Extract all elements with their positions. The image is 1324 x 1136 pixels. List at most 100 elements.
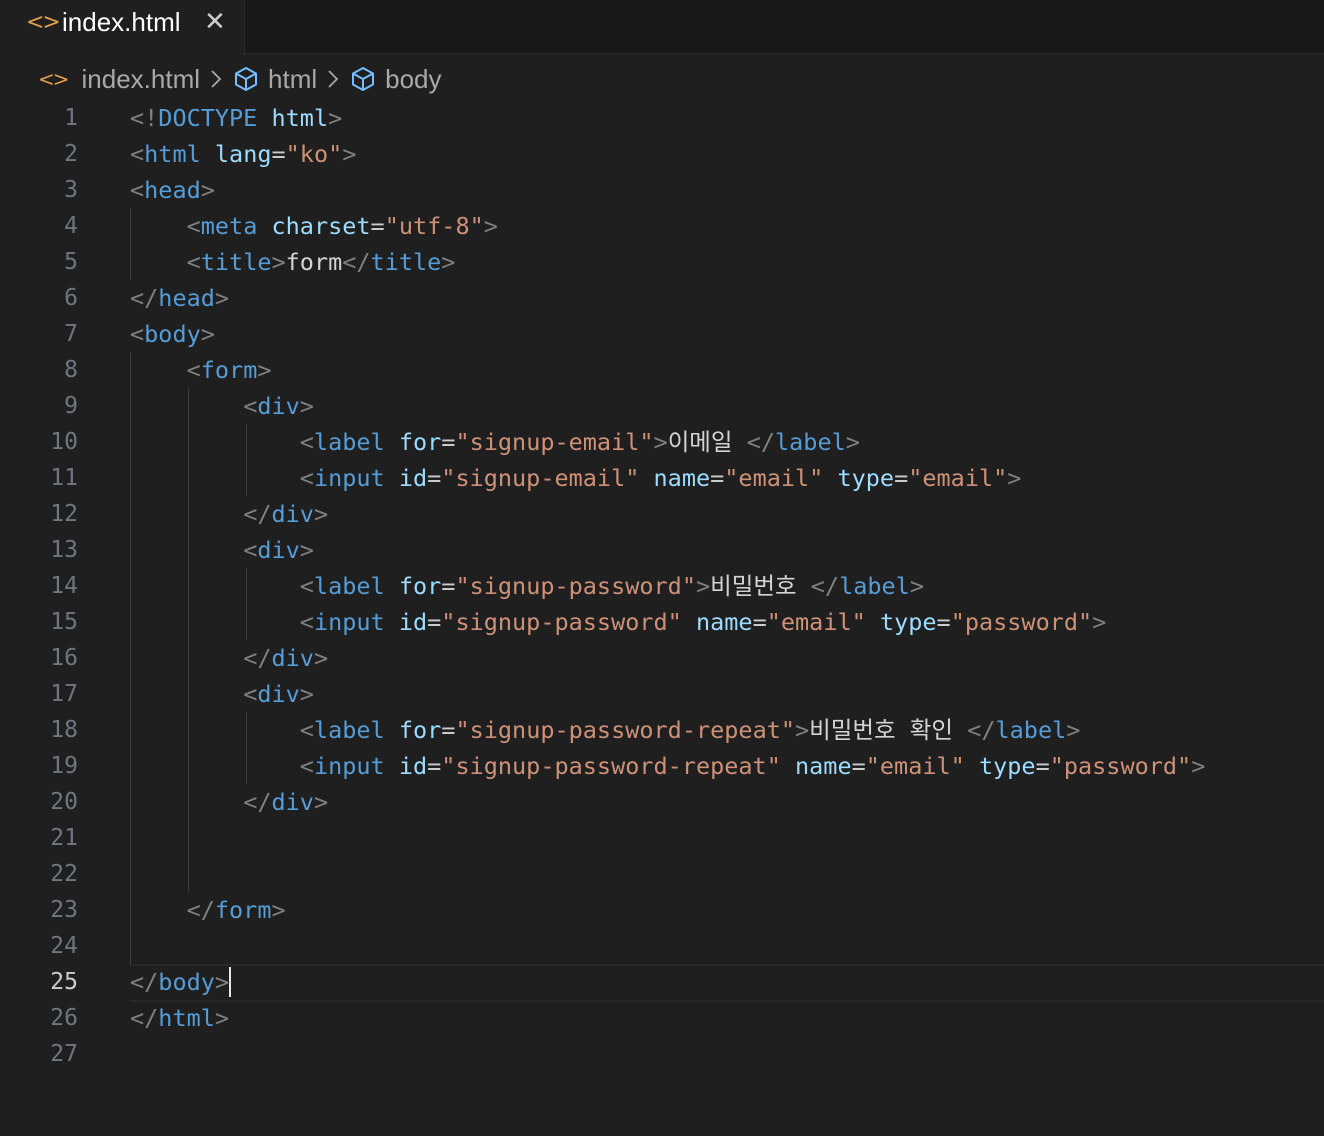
- code-line[interactable]: 5 <title>form</title>: [0, 244, 1324, 280]
- code-text[interactable]: </div>: [130, 784, 328, 820]
- code-line[interactable]: 11 <input id="signup-email" name="email"…: [0, 460, 1324, 496]
- code-line[interactable]: 10 <label for="signup-email">이메일 </label…: [0, 424, 1324, 460]
- code-text[interactable]: <meta charset="utf-8">: [130, 208, 498, 244]
- tag-name: label: [995, 716, 1067, 744]
- line-number: 16: [50, 645, 78, 671]
- code-line[interactable]: 12 </div>: [0, 496, 1324, 532]
- tag-name: title: [200, 248, 272, 276]
- code-text[interactable]: </div>: [130, 496, 328, 532]
- code-text[interactable]: </div>: [130, 640, 328, 676]
- line-number: 1: [64, 105, 78, 131]
- code-line[interactable]: 22: [0, 856, 1324, 892]
- line-number: 24: [50, 933, 78, 959]
- punctuation: </: [186, 896, 215, 924]
- line-number: 18: [50, 717, 78, 743]
- line-number: 3: [64, 177, 78, 203]
- string-value: "email": [724, 464, 824, 492]
- punctuation: <: [299, 752, 314, 780]
- code-line[interactable]: 23 </form>: [0, 892, 1324, 928]
- code-line[interactable]: 24: [0, 928, 1324, 964]
- equals-sign: =: [936, 608, 951, 636]
- line-number: 19: [50, 753, 78, 779]
- code-text[interactable]: </html>: [130, 1000, 229, 1036]
- line-number: 5: [64, 249, 78, 275]
- code-line[interactable]: 7 <body>: [0, 316, 1324, 352]
- line-number: 8: [64, 357, 78, 383]
- line-number: 26: [50, 1005, 78, 1031]
- code-text[interactable]: <div>: [130, 532, 314, 568]
- code-text[interactable]: <label for="signup-email">이메일 </label>: [130, 424, 860, 460]
- code-line[interactable]: 19 <input id="signup-password-repeat" na…: [0, 748, 1324, 784]
- code-text[interactable]: </form>: [130, 892, 286, 928]
- line-number: 6: [64, 285, 78, 311]
- equals-sign: =: [427, 608, 442, 636]
- string-value: "utf-8": [384, 212, 484, 240]
- code-line[interactable]: 8 <form>: [0, 352, 1324, 388]
- code-line[interactable]: 21: [0, 820, 1324, 856]
- code-text[interactable]: <input id="signup-password-repeat" name=…: [130, 748, 1206, 784]
- code-text[interactable]: <html lang="ko">: [130, 136, 356, 172]
- punctuation: >: [1007, 464, 1022, 492]
- code-line[interactable]: 6 </head>: [0, 280, 1324, 316]
- line-number: 7: [64, 321, 78, 347]
- code-text[interactable]: <div>: [130, 676, 314, 712]
- tab-index-html[interactable]: <> index.html ✕: [0, 0, 245, 55]
- code-line[interactable]: 14 <label for="signup-password">비밀번호 </l…: [0, 568, 1324, 604]
- code-line[interactable]: 13 <div>: [0, 532, 1324, 568]
- code-line[interactable]: 26 </html>: [0, 1000, 1324, 1036]
- line-number: 10: [50, 429, 78, 455]
- breadcrumb-item-file[interactable]: index.html: [82, 64, 201, 95]
- code-text[interactable]: <title>form</title>: [130, 244, 456, 280]
- code-text[interactable]: <div>: [130, 388, 314, 424]
- code-text[interactable]: <head>: [130, 172, 215, 208]
- line-number: 20: [50, 789, 78, 815]
- punctuation: </: [342, 248, 371, 276]
- tag-name: div: [271, 788, 314, 816]
- breadcrumb-item-body[interactable]: body: [385, 64, 441, 95]
- code-text[interactable]: <input id="signup-password" name="email"…: [130, 604, 1107, 640]
- code-text[interactable]: </head>: [130, 280, 229, 316]
- code-text[interactable]: <!DOCTYPE html>: [130, 100, 342, 136]
- code-text[interactable]: <label for="signup-password-repeat">비밀번호…: [130, 712, 1081, 748]
- code-line[interactable]: 27: [0, 1036, 1324, 1072]
- html-file-icon: <>: [38, 67, 69, 91]
- equals-sign: =: [441, 716, 456, 744]
- punctuation: >: [328, 104, 343, 132]
- text-cursor: [229, 966, 232, 997]
- code-text[interactable]: </body>: [130, 964, 232, 1000]
- breadcrumb-item-html[interactable]: html: [268, 64, 317, 95]
- punctuation: >: [1191, 752, 1206, 780]
- code-text[interactable]: <body>: [130, 316, 215, 352]
- tag-name: body: [144, 320, 201, 348]
- code-line[interactable]: 3 <head>: [0, 172, 1324, 208]
- text-content: 이메일: [667, 428, 747, 456]
- line-number: 23: [50, 897, 78, 923]
- line-number: 14: [50, 573, 78, 599]
- attribute-name: name: [795, 752, 852, 780]
- code-line[interactable]: 15 <input id="signup-password" name="ema…: [0, 604, 1324, 640]
- code-line[interactable]: 17 <div>: [0, 676, 1324, 712]
- close-icon[interactable]: ✕: [204, 7, 226, 37]
- code-line[interactable]: 18 <label for="signup-password-repeat">비…: [0, 712, 1324, 748]
- code-text[interactable]: <input id="signup-email" name="email" ty…: [130, 460, 1022, 496]
- tag-name: input: [313, 608, 385, 636]
- code-line[interactable]: 4 <meta charset="utf-8">: [0, 208, 1324, 244]
- code-text[interactable]: <form>: [130, 352, 272, 388]
- code-text[interactable]: <label for="signup-password">비밀번호 </labe…: [130, 568, 924, 604]
- equals-sign: =: [1035, 752, 1050, 780]
- string-value: "email": [865, 752, 965, 780]
- code-line[interactable]: 20 </div>: [0, 784, 1324, 820]
- code-line[interactable]: 9 <div>: [0, 388, 1324, 424]
- code-line[interactable]: 2 <html lang="ko">: [0, 136, 1324, 172]
- code-line[interactable]: 25 </body>: [0, 964, 1324, 1000]
- punctuation: </: [967, 716, 996, 744]
- code-editor[interactable]: 1 <!DOCTYPE html> 2 <html lang="ko"> 3 <head>…: [0, 100, 1324, 1136]
- code-line[interactable]: 16 </div>: [0, 640, 1324, 676]
- code-line[interactable]: 1 <!DOCTYPE html>: [0, 100, 1324, 136]
